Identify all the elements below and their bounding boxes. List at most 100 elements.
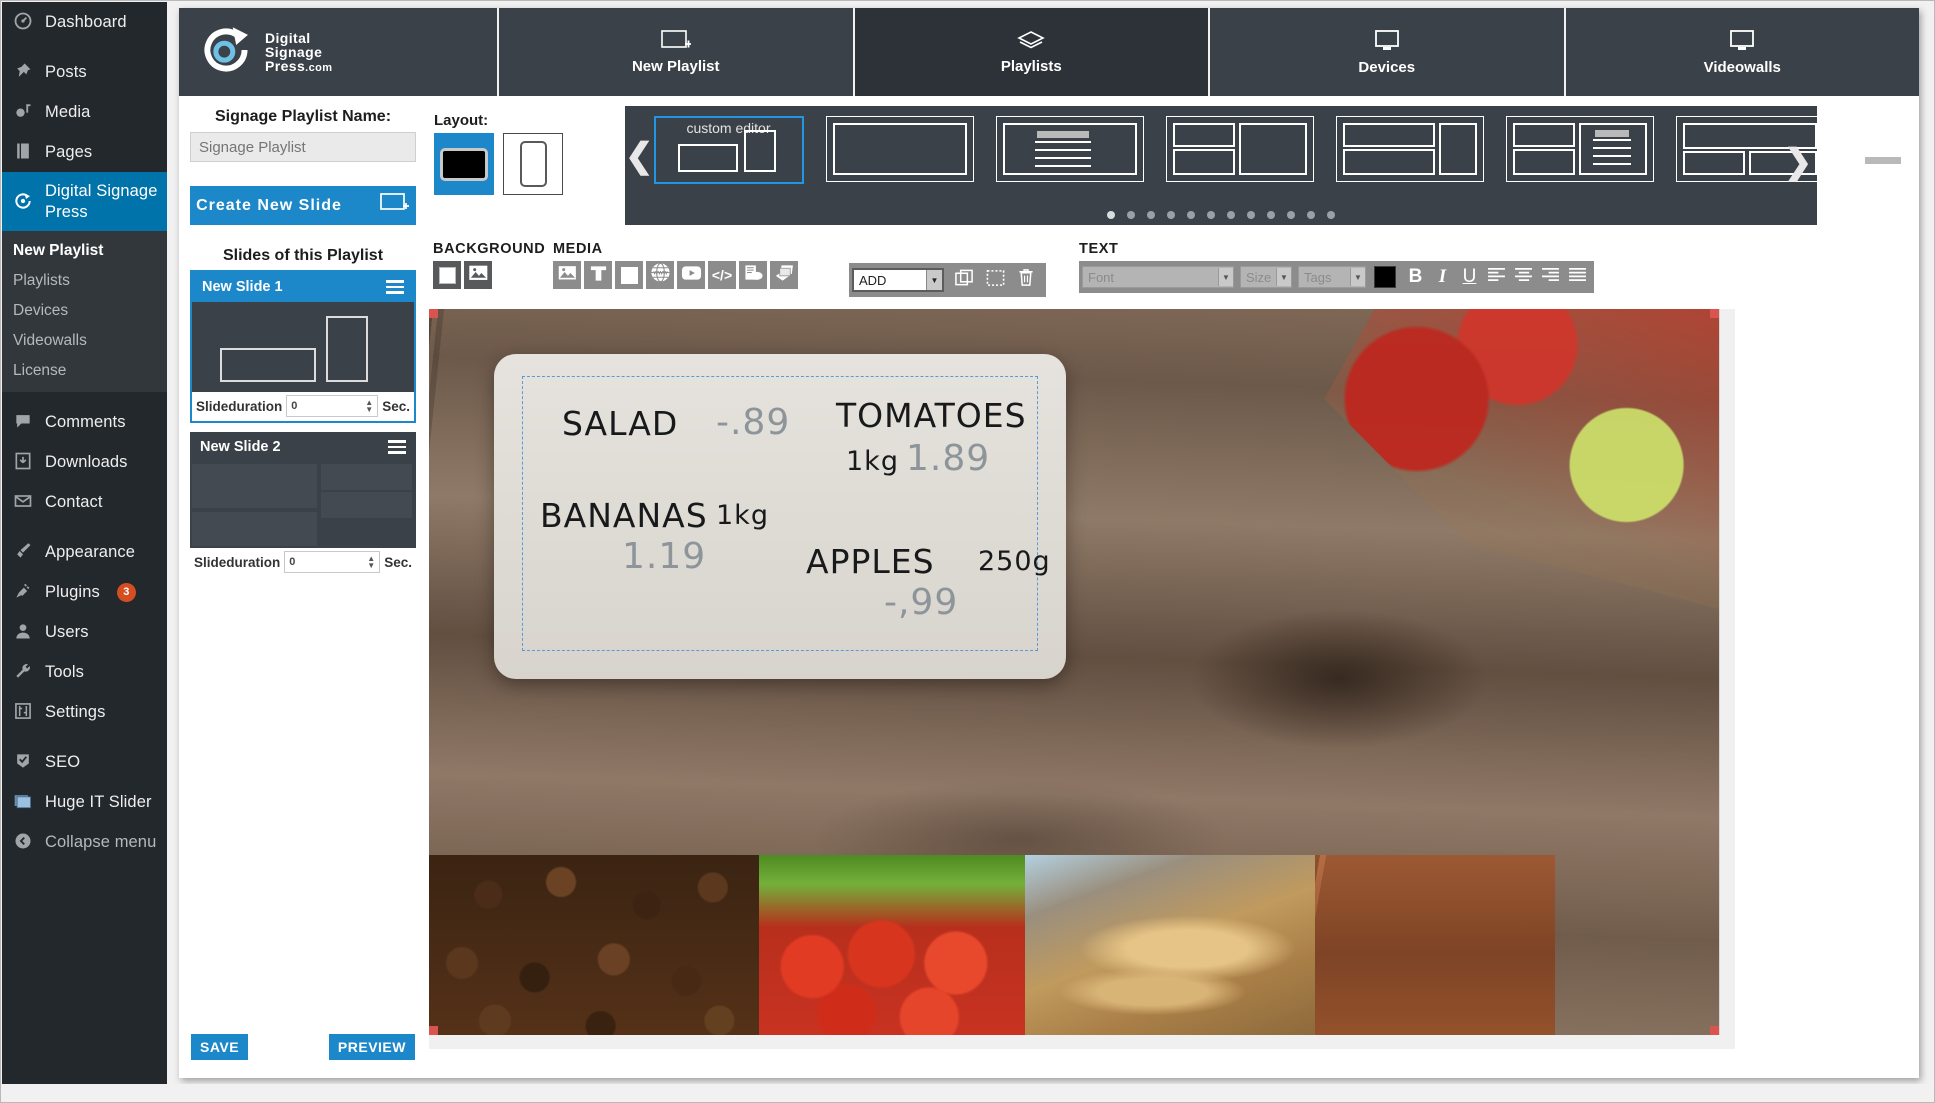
italic-button[interactable]: I: [1429, 264, 1456, 290]
wood-image[interactable]: [1315, 855, 1555, 1035]
carousel-dot[interactable]: [1227, 211, 1235, 219]
canvas-handle-top-right[interactable]: [1710, 309, 1719, 318]
template-two-left-one-right[interactable]: [1165, 116, 1314, 182]
sidebar-subitem-license[interactable]: License: [2, 356, 167, 386]
slide-canvas[interactable]: SALAD -.89 TOMATOES 1kg 1.89 BANANAS 1kg…: [429, 309, 1719, 1035]
carousel-dot[interactable]: [1167, 211, 1175, 219]
add-gallery-button[interactable]: [770, 261, 798, 289]
align-left-button[interactable]: [1483, 264, 1510, 290]
tab-videowalls[interactable]: Videowalls: [1566, 8, 1920, 96]
slide-card[interactable]: New Slide 2 Slideduration 0 ▲ ▼ Sec.: [190, 432, 416, 577]
align-right-button[interactable]: [1537, 264, 1564, 290]
sidebar-subitem-devices[interactable]: Devices: [2, 296, 167, 326]
sidebar-item-digital-signage-press[interactable]: Digital Signage Press: [2, 172, 177, 232]
sidebar-item-settings[interactable]: Settings: [2, 692, 167, 732]
underline-button[interactable]: U: [1456, 264, 1483, 290]
template-list-lines[interactable]: [995, 116, 1144, 182]
save-button[interactable]: SAVE: [191, 1034, 249, 1060]
coffee-beans-image[interactable]: [429, 855, 759, 1035]
carousel-dot[interactable]: [1147, 211, 1155, 219]
size-select[interactable]: Size ▼: [1240, 266, 1292, 288]
carousel-prev-button[interactable]: ❮: [625, 106, 654, 206]
sidebar-item-seo[interactable]: SEO: [2, 742, 167, 782]
sidebar-item-contact[interactable]: Contact: [2, 482, 167, 522]
sidebar-item-tools[interactable]: Tools: [2, 652, 167, 692]
duplicate-button[interactable]: [950, 266, 978, 294]
canvas-horizontal-scrollbar[interactable]: [429, 1035, 1735, 1049]
sidebar-item-huge-it-slider[interactable]: Huge IT Slider: [2, 782, 167, 822]
carousel-dot[interactable]: [1207, 211, 1215, 219]
background-color-button[interactable]: [433, 261, 461, 289]
sidebar-item-dashboard[interactable]: Dashboard: [2, 2, 167, 42]
bold-button[interactable]: B: [1402, 264, 1429, 290]
canvas-handle-top-left[interactable]: [429, 309, 438, 318]
template-left-split-right-narrow[interactable]: [1335, 116, 1484, 182]
add-video-button[interactable]: [677, 261, 705, 289]
spinner-icon[interactable]: ▲ ▼: [365, 398, 373, 413]
template-custom-editor[interactable]: custom editor: [653, 116, 804, 184]
add-web-button[interactable]: www: [646, 261, 674, 289]
sidebar-item-plugins[interactable]: Plugins 3: [2, 572, 167, 612]
sidebar-item-appearance[interactable]: Appearance: [2, 532, 167, 572]
tags-select[interactable]: Tags ▼: [1298, 266, 1366, 288]
carousel-dot[interactable]: [1187, 211, 1195, 219]
sidebar-item-comments[interactable]: Comments: [2, 402, 167, 442]
align-justify-button[interactable]: [1564, 264, 1591, 290]
slide-duration-input[interactable]: 0 ▲ ▼: [284, 551, 381, 573]
sidebar-subitem-playlists[interactable]: Playlists: [2, 266, 167, 296]
sidebar-item-collapse-menu[interactable]: Collapse menu: [2, 822, 167, 862]
tab-playlists[interactable]: Playlists: [854, 8, 1210, 96]
sidebar-subitem-videowalls[interactable]: Videowalls: [2, 326, 167, 356]
template-header-two-text-blocks[interactable]: [1845, 116, 1919, 182]
text-color-swatch[interactable]: [1374, 266, 1396, 288]
carousel-dot[interactable]: [1247, 211, 1255, 219]
canvas-vertical-scrollbar[interactable]: [1719, 309, 1735, 1035]
slide-card[interactable]: New Slide 1 Slideduration 0 ▲ ▼ Sec.: [190, 270, 416, 423]
carousel-dot[interactable]: [1127, 211, 1135, 219]
align-center-button[interactable]: [1510, 264, 1537, 290]
select-button[interactable]: [981, 266, 1009, 294]
layout-option-landscape[interactable]: [434, 133, 494, 195]
sidebar-item-users[interactable]: Users: [2, 612, 167, 652]
add-shape-button[interactable]: [615, 261, 643, 289]
carousel-dot[interactable]: [1287, 211, 1295, 219]
sidebar-item-downloads[interactable]: Downloads: [2, 442, 167, 482]
background-image-button[interactable]: [464, 261, 492, 289]
canvas-handle-bottom-right[interactable]: [1710, 1026, 1719, 1035]
slide-header[interactable]: New Slide 2: [190, 432, 416, 462]
playlist-name-input[interactable]: [190, 132, 416, 162]
preview-button[interactable]: PREVIEW: [328, 1034, 415, 1060]
slide-duration-input[interactable]: 0 ▲ ▼: [286, 395, 379, 417]
sidebar-item-pages[interactable]: Pages: [2, 132, 167, 172]
slide-menu-icon[interactable]: [388, 437, 406, 457]
carousel-next-button[interactable]: ❯: [1779, 112, 1817, 212]
spinner-icon[interactable]: ▲ ▼: [367, 554, 375, 569]
slide-menu-icon[interactable]: [386, 277, 404, 297]
sidebar-item-posts[interactable]: Posts: [2, 52, 167, 92]
slide-header[interactable]: New Slide 1: [192, 272, 414, 302]
app-logo[interactable]: Digital Signage Press.com: [179, 8, 499, 96]
carousel-dot[interactable]: [1327, 211, 1335, 219]
price-board[interactable]: SALAD -.89 TOMATOES 1kg 1.89 BANANAS 1kg…: [494, 354, 1066, 679]
template-split-with-lines[interactable]: [1505, 116, 1654, 182]
sidebar-item-media[interactable]: Media: [2, 92, 167, 132]
create-new-slide-button[interactable]: Create New Slide: [190, 186, 416, 225]
add-select[interactable]: ADD ▼: [852, 268, 944, 292]
add-image-button[interactable]: [553, 261, 581, 289]
font-select[interactable]: Font ▼: [1082, 266, 1234, 288]
sidebar-subitem-new-playlist[interactable]: New Playlist: [2, 236, 167, 266]
tab-devices[interactable]: Devices: [1210, 8, 1566, 96]
bread-image[interactable]: [1025, 855, 1315, 1035]
carousel-dot[interactable]: [1307, 211, 1315, 219]
tab-new-playlist[interactable]: New Playlist: [499, 8, 855, 96]
add-weather-button[interactable]: [739, 261, 767, 289]
add-text-button[interactable]: [584, 261, 612, 289]
carousel-dot[interactable]: [1267, 211, 1275, 219]
layout-option-portrait[interactable]: [503, 133, 563, 195]
template-blank[interactable]: [825, 116, 974, 182]
tomatoes-image[interactable]: [759, 855, 1025, 1035]
carousel-dot[interactable]: [1107, 211, 1115, 219]
delete-button[interactable]: [1012, 266, 1040, 294]
add-html-button[interactable]: </>: [708, 261, 736, 289]
canvas-handle-bottom-left[interactable]: [429, 1026, 438, 1035]
